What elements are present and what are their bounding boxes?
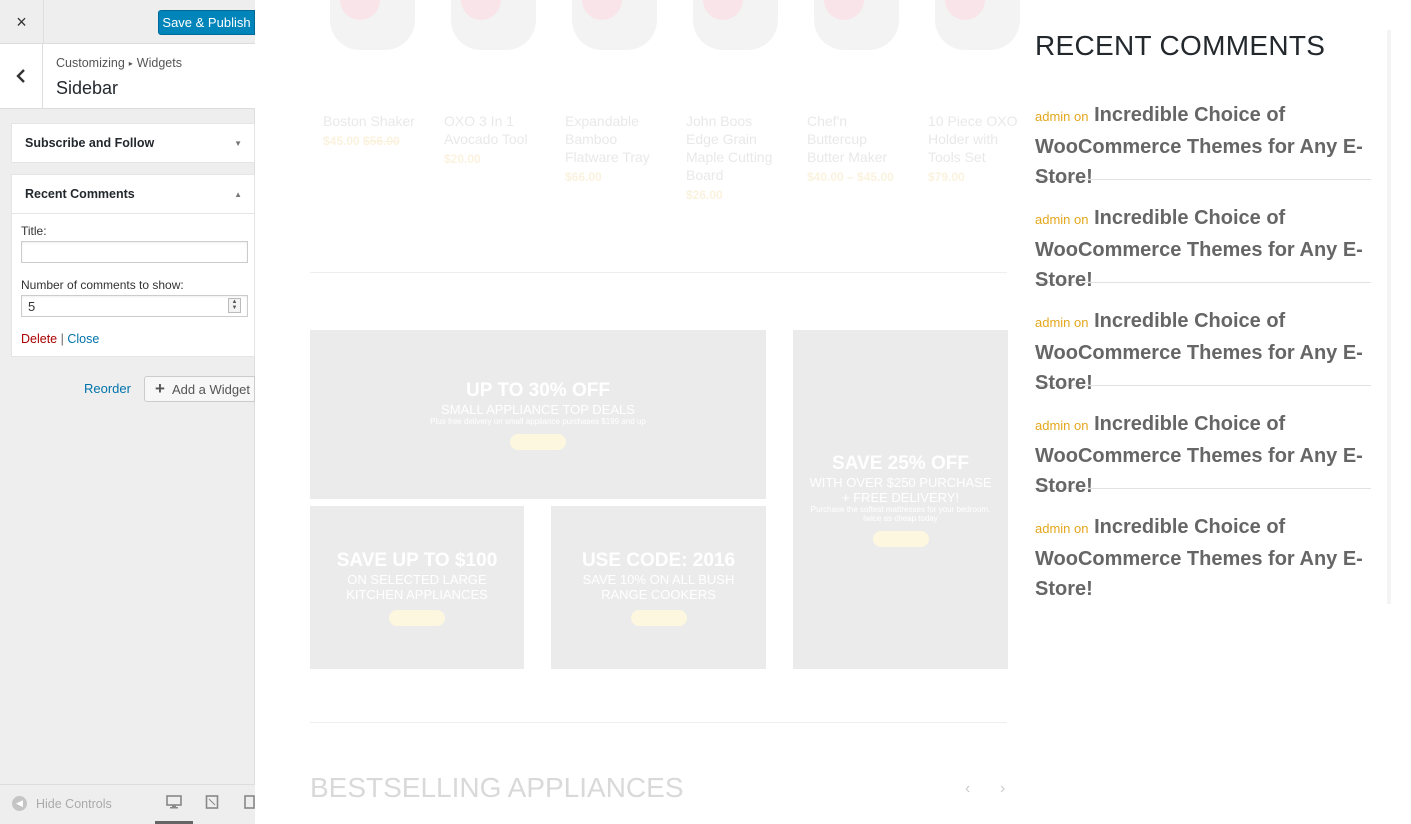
customizer-header: × Save & Publish: [0, 0, 255, 44]
product-old-price: $56.00: [363, 134, 400, 148]
banner-headline: SAVE UP TO $100: [336, 549, 498, 571]
product-name[interactable]: OXO 3 In 1 Avocado Tool: [444, 113, 528, 147]
banner-sub: WITH OVER $250 PURCHASE + FREE DELIVERY!: [809, 474, 992, 505]
banner-2[interactable]: SAVE 25% OFF WITH OVER $250 PURCHASE + F…: [793, 330, 1008, 669]
comment-author[interactable]: admin: [1035, 212, 1070, 227]
product-card[interactable]: 10 Piece OXO Holder with Tools Set $79.00: [915, 0, 1035, 220]
product-name[interactable]: Boston Shaker: [323, 113, 415, 129]
banner-headline: USE CODE: 2016: [581, 549, 736, 571]
banner-shop-button[interactable]: [510, 433, 566, 450]
product-name[interactable]: John Boos Edge Grain Maple Cutting Board: [686, 113, 772, 183]
bestselling-heading: BESTSELLING APPLIANCES: [310, 772, 684, 803]
breadcrumb-leaf: Widgets: [136, 56, 182, 70]
spinner-icon[interactable]: ▲ ▼: [228, 298, 241, 313]
divider: [310, 722, 1007, 723]
banner-shop-button[interactable]: [872, 530, 929, 547]
recent-comment-item: admin on Incredible Choice of WooCommerc…: [1035, 100, 1371, 188]
breadcrumb-root: Customizing: [56, 56, 125, 70]
breadcrumb: Customizing ▸ Widgets Sidebar: [0, 44, 255, 109]
banner-small: Plus free delivery on small appliance pu…: [430, 416, 646, 426]
widget-subscribe[interactable]: Subscribe and Follow ▼: [11, 123, 255, 163]
banner-3[interactable]: SAVE UP TO $100 ON SELECTED LARGE KITCHE…: [310, 506, 524, 669]
recent-comment-item: admin on Incredible Choice of WooCommerc…: [1035, 512, 1371, 600]
customizer-footer: ◀ Hide Controls: [0, 784, 255, 824]
desktop-icon[interactable]: [166, 795, 182, 811]
count-input[interactable]: 5: [21, 295, 248, 317]
banner-shop-button[interactable]: [389, 609, 445, 626]
widget-title: Recent Comments: [25, 187, 135, 201]
product-card[interactable]: Expandable Bamboo Flatware Tray $66.00: [552, 0, 672, 220]
banner-4[interactable]: USE CODE: 2016 SAVE 10% ON ALL BUSH RANG…: [551, 506, 766, 669]
hide-controls-label: Hide Controls: [36, 796, 112, 811]
product-card[interactable]: John Boos Edge Grain Maple Cutting Board…: [673, 0, 793, 220]
banner-headline: UP TO 30% OFF: [466, 379, 610, 401]
comment-author[interactable]: admin: [1035, 315, 1070, 330]
comment-on: on: [1074, 315, 1089, 330]
widget-header[interactable]: Recent Comments ▲: [12, 175, 254, 213]
product-price: $40.00 – $45.00: [807, 170, 894, 184]
add-widget-label: Add a Widget: [171, 381, 250, 397]
widget-actions: Delete | Close: [21, 332, 246, 346]
section-title: Sidebar: [56, 78, 119, 98]
product-price: $45.00 $56.00: [323, 134, 400, 148]
comment-on: on: [1074, 109, 1089, 124]
chevron-left-icon: [16, 69, 25, 83]
product-price: $79.00: [928, 170, 965, 184]
reorder-link[interactable]: Reorder: [84, 381, 131, 396]
product-card[interactable]: OXO 3 In 1 Avocado Tool $20.00: [431, 0, 551, 220]
title-input[interactable]: [21, 241, 248, 263]
banner-headline: SAVE 25% OFF: [832, 452, 969, 474]
hide-controls-button[interactable]: ◀ Hide Controls: [12, 796, 112, 811]
customizer-panel: × Save & Publish Customizing ▸ Widgets Sid…: [0, 0, 255, 824]
save-publish-button[interactable]: Save & Publish: [158, 10, 255, 35]
collapse-icon: ◀: [12, 796, 27, 811]
close-link[interactable]: Close: [67, 332, 99, 346]
widget-title: Subscribe and Follow: [25, 136, 155, 150]
carousel-next-icon[interactable]: ›: [1000, 780, 1005, 798]
title-label: Title:: [21, 224, 47, 238]
recent-comments-title: RECENT COMMENTS: [1035, 30, 1326, 61]
recent-comment-item: admin on Incredible Choice of WooCommerc…: [1035, 409, 1371, 497]
tablet-icon[interactable]: [204, 795, 220, 811]
carousel-prev-icon[interactable]: ‹: [965, 780, 970, 798]
product-name[interactable]: 10 Piece OXO Holder with Tools Set: [928, 113, 1018, 165]
comment-author[interactable]: admin: [1035, 109, 1070, 124]
add-widget-button[interactable]: + Add a Widget: [144, 376, 255, 402]
comment-author[interactable]: admin: [1035, 521, 1070, 536]
product-name[interactable]: Expandable Bamboo Flatware Tray: [565, 113, 650, 165]
divider: [310, 272, 1007, 273]
close-customizer-icon[interactable]: ×: [0, 0, 44, 44]
banner-shop-button[interactable]: [630, 609, 687, 626]
banner-sub: SAVE 10% ON ALL BUSH RANGE COOKERS: [582, 571, 735, 602]
product-price: $66.00: [565, 170, 602, 184]
breadcrumb-path: Customizing ▸ Widgets: [56, 56, 182, 70]
triangle-right-icon: ▸: [128, 59, 133, 69]
back-button[interactable]: [0, 44, 43, 108]
comment-author[interactable]: admin: [1035, 418, 1070, 433]
recent-comment-item: admin on Incredible Choice of WooCommerc…: [1035, 306, 1371, 394]
product-card[interactable]: Boston Shaker $45.00 $56.00: [310, 0, 430, 220]
plus-icon: +: [155, 379, 165, 398]
triangle-up-icon[interactable]: ▲: [234, 190, 242, 199]
comment-on: on: [1074, 521, 1089, 536]
banner-small: Purchase the softest mattresses for your…: [810, 504, 991, 523]
banner-1[interactable]: UP TO 30% OFF SMALL APPLIANCE TOP DEALS …: [310, 330, 766, 499]
triangle-down-icon[interactable]: ▼: [234, 139, 242, 148]
preview-scrollbar[interactable]: [1387, 30, 1391, 604]
comment-on: on: [1074, 418, 1089, 433]
comment-on: on: [1074, 212, 1089, 227]
product-price: $26.00: [686, 188, 723, 202]
banner-sub: ON SELECTED LARGE KITCHEN APPLIANCES: [346, 571, 488, 602]
recent-comment-item: admin on Incredible Choice of WooCommerc…: [1035, 203, 1371, 291]
separator: |: [60, 332, 64, 346]
product-name[interactable]: Chef'n Buttercup Butter Maker: [807, 113, 887, 165]
count-label: Number of comments to show:: [21, 278, 184, 292]
product-card[interactable]: Chef'n Buttercup Butter Maker $40.00 – $4…: [794, 0, 914, 220]
banner-sub: SMALL APPLIANCE TOP DEALS: [441, 401, 635, 417]
delete-link[interactable]: Delete: [21, 332, 57, 346]
widget-recent-comments: Recent Comments ▲ Title: Number of comme…: [11, 174, 255, 357]
product-price: $20.00: [444, 152, 481, 166]
mobile-icon[interactable]: [243, 795, 255, 811]
